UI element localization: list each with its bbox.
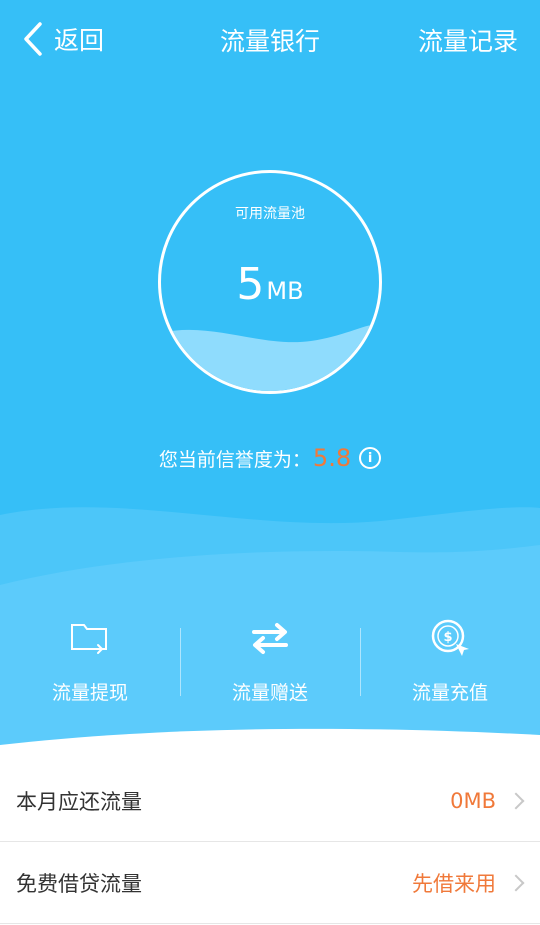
recharge-label: 流量充值 [411, 682, 488, 704]
list-item-loan[interactable]: 免费借贷流量 先借来用 [0, 842, 540, 924]
withdraw-action[interactable]: 流量提现 [0, 610, 180, 720]
chevron-right-icon [507, 792, 525, 809]
pool-label: 可用流量池 [235, 206, 305, 222]
info-icon[interactable]: i [359, 447, 382, 469]
navigation-bar: 返回 流量银行 流量记录 [0, 0, 540, 80]
pool-unit: MB [266, 277, 304, 305]
credit-line: 您当前信誉度为： 5.8 i [0, 444, 540, 472]
back-label: 返回 [54, 26, 105, 55]
repay-value: 0MB [450, 788, 496, 813]
folder-export-icon [71, 624, 107, 654]
divider [360, 628, 361, 696]
withdraw-label: 流量提现 [51, 682, 128, 704]
settings-list: 本月应还流量 0MB 免费借贷流量 先借来用 [0, 760, 540, 924]
pool-amount: 5 [236, 259, 265, 310]
loan-label: 免费借贷流量 [16, 871, 142, 896]
credit-prefix: 您当前信誉度为： [158, 448, 311, 471]
loan-value: 先借来用 [412, 871, 496, 896]
list-item-repay[interactable]: 本月应还流量 0MB [0, 760, 540, 842]
svg-text:$: $ [443, 630, 452, 645]
hero-banner: 返回 流量银行 流量记录 可用流量池 5MB 您当前信誉度为： 5.8 i 流量… [0, 0, 540, 760]
credit-score: 5.8 [312, 444, 352, 472]
action-bar: 流量提现 流量赠送 $ 流量充值 [0, 610, 540, 720]
repay-label: 本月应还流量 [16, 789, 142, 814]
records-link[interactable]: 流量记录 [418, 22, 518, 58]
back-button[interactable]: 返回 [22, 18, 104, 60]
gift-action[interactable]: 流量赠送 [180, 610, 360, 720]
coin-recharge-icon: $ [431, 619, 469, 656]
chevron-left-icon [24, 22, 42, 56]
divider [180, 628, 181, 696]
traffic-pool-circle: 可用流量池 5MB [158, 170, 382, 394]
gift-label: 流量赠送 [231, 682, 308, 704]
chevron-right-icon [507, 874, 525, 891]
recharge-action[interactable]: $ 流量充值 [360, 610, 540, 720]
transfer-arrows-icon [252, 623, 288, 654]
pool-value: 5MB [161, 259, 379, 310]
